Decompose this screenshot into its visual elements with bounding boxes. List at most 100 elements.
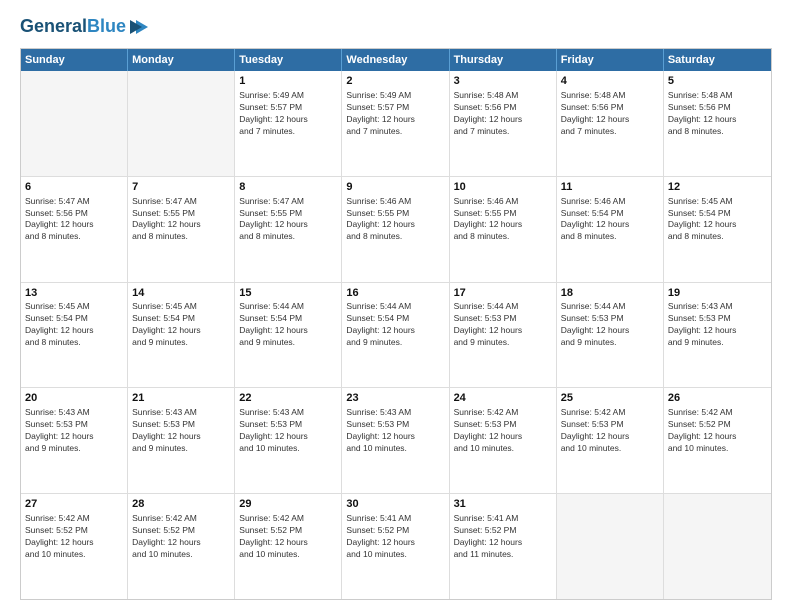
- calendar-cell: 17Sunrise: 5:44 AM Sunset: 5:53 PM Dayli…: [450, 283, 557, 388]
- calendar-cell: 14Sunrise: 5:45 AM Sunset: 5:54 PM Dayli…: [128, 283, 235, 388]
- day-number: 19: [668, 286, 767, 301]
- calendar-cell: 8Sunrise: 5:47 AM Sunset: 5:55 PM Daylig…: [235, 177, 342, 282]
- day-info: Sunrise: 5:44 AM Sunset: 5:54 PM Dayligh…: [346, 301, 444, 349]
- calendar-cell: 1Sunrise: 5:49 AM Sunset: 5:57 PM Daylig…: [235, 71, 342, 176]
- day-number: 2: [346, 74, 444, 89]
- day-number: 16: [346, 286, 444, 301]
- calendar-cell: 22Sunrise: 5:43 AM Sunset: 5:53 PM Dayli…: [235, 388, 342, 493]
- calendar-body: 1Sunrise: 5:49 AM Sunset: 5:57 PM Daylig…: [21, 71, 771, 599]
- day-number: 15: [239, 286, 337, 301]
- calendar-cell: 12Sunrise: 5:45 AM Sunset: 5:54 PM Dayli…: [664, 177, 771, 282]
- calendar-header-cell: Monday: [128, 49, 235, 71]
- day-number: 4: [561, 74, 659, 89]
- calendar-header-cell: Thursday: [450, 49, 557, 71]
- day-info: Sunrise: 5:43 AM Sunset: 5:53 PM Dayligh…: [132, 407, 230, 455]
- calendar: SundayMondayTuesdayWednesdayThursdayFrid…: [20, 48, 772, 600]
- day-info: Sunrise: 5:43 AM Sunset: 5:53 PM Dayligh…: [346, 407, 444, 455]
- day-number: 28: [132, 497, 230, 512]
- day-info: Sunrise: 5:45 AM Sunset: 5:54 PM Dayligh…: [25, 301, 123, 349]
- day-info: Sunrise: 5:47 AM Sunset: 5:56 PM Dayligh…: [25, 196, 123, 244]
- day-info: Sunrise: 5:42 AM Sunset: 5:52 PM Dayligh…: [132, 513, 230, 561]
- day-info: Sunrise: 5:42 AM Sunset: 5:53 PM Dayligh…: [561, 407, 659, 455]
- calendar-cell: 28Sunrise: 5:42 AM Sunset: 5:52 PM Dayli…: [128, 494, 235, 599]
- calendar-cell: 3Sunrise: 5:48 AM Sunset: 5:56 PM Daylig…: [450, 71, 557, 176]
- day-info: Sunrise: 5:46 AM Sunset: 5:55 PM Dayligh…: [454, 196, 552, 244]
- calendar-cell: 26Sunrise: 5:42 AM Sunset: 5:52 PM Dayli…: [664, 388, 771, 493]
- day-info: Sunrise: 5:43 AM Sunset: 5:53 PM Dayligh…: [25, 407, 123, 455]
- calendar-cell: 16Sunrise: 5:44 AM Sunset: 5:54 PM Dayli…: [342, 283, 449, 388]
- calendar-cell: 20Sunrise: 5:43 AM Sunset: 5:53 PM Dayli…: [21, 388, 128, 493]
- day-number: 27: [25, 497, 123, 512]
- day-info: Sunrise: 5:46 AM Sunset: 5:54 PM Dayligh…: [561, 196, 659, 244]
- day-info: Sunrise: 5:48 AM Sunset: 5:56 PM Dayligh…: [668, 90, 767, 138]
- day-number: 31: [454, 497, 552, 512]
- day-info: Sunrise: 5:44 AM Sunset: 5:53 PM Dayligh…: [561, 301, 659, 349]
- day-number: 6: [25, 180, 123, 195]
- day-info: Sunrise: 5:42 AM Sunset: 5:52 PM Dayligh…: [668, 407, 767, 455]
- calendar-cell: 10Sunrise: 5:46 AM Sunset: 5:55 PM Dayli…: [450, 177, 557, 282]
- calendar-cell: 7Sunrise: 5:47 AM Sunset: 5:55 PM Daylig…: [128, 177, 235, 282]
- calendar-row: 13Sunrise: 5:45 AM Sunset: 5:54 PM Dayli…: [21, 283, 771, 389]
- calendar-header-cell: Sunday: [21, 49, 128, 71]
- calendar-cell: 30Sunrise: 5:41 AM Sunset: 5:52 PM Dayli…: [342, 494, 449, 599]
- calendar-cell: 11Sunrise: 5:46 AM Sunset: 5:54 PM Dayli…: [557, 177, 664, 282]
- calendar-cell: [557, 494, 664, 599]
- calendar-cell: 23Sunrise: 5:43 AM Sunset: 5:53 PM Dayli…: [342, 388, 449, 493]
- day-info: Sunrise: 5:43 AM Sunset: 5:53 PM Dayligh…: [668, 301, 767, 349]
- day-info: Sunrise: 5:42 AM Sunset: 5:52 PM Dayligh…: [25, 513, 123, 561]
- calendar-header: SundayMondayTuesdayWednesdayThursdayFrid…: [21, 49, 771, 71]
- day-number: 20: [25, 391, 123, 406]
- calendar-cell: 24Sunrise: 5:42 AM Sunset: 5:53 PM Dayli…: [450, 388, 557, 493]
- logo: GeneralBlue: [20, 16, 150, 38]
- calendar-cell: 13Sunrise: 5:45 AM Sunset: 5:54 PM Dayli…: [21, 283, 128, 388]
- calendar-cell: 21Sunrise: 5:43 AM Sunset: 5:53 PM Dayli…: [128, 388, 235, 493]
- day-number: 3: [454, 74, 552, 89]
- calendar-cell: 31Sunrise: 5:41 AM Sunset: 5:52 PM Dayli…: [450, 494, 557, 599]
- day-number: 12: [668, 180, 767, 195]
- calendar-cell: 2Sunrise: 5:49 AM Sunset: 5:57 PM Daylig…: [342, 71, 449, 176]
- calendar-cell: [664, 494, 771, 599]
- day-info: Sunrise: 5:42 AM Sunset: 5:53 PM Dayligh…: [454, 407, 552, 455]
- day-info: Sunrise: 5:47 AM Sunset: 5:55 PM Dayligh…: [132, 196, 230, 244]
- calendar-header-cell: Friday: [557, 49, 664, 71]
- day-info: Sunrise: 5:41 AM Sunset: 5:52 PM Dayligh…: [454, 513, 552, 561]
- calendar-cell: 29Sunrise: 5:42 AM Sunset: 5:52 PM Dayli…: [235, 494, 342, 599]
- calendar-row: 1Sunrise: 5:49 AM Sunset: 5:57 PM Daylig…: [21, 71, 771, 177]
- calendar-cell: [21, 71, 128, 176]
- day-info: Sunrise: 5:44 AM Sunset: 5:54 PM Dayligh…: [239, 301, 337, 349]
- day-info: Sunrise: 5:43 AM Sunset: 5:53 PM Dayligh…: [239, 407, 337, 455]
- calendar-cell: 19Sunrise: 5:43 AM Sunset: 5:53 PM Dayli…: [664, 283, 771, 388]
- day-info: Sunrise: 5:48 AM Sunset: 5:56 PM Dayligh…: [454, 90, 552, 138]
- day-info: Sunrise: 5:47 AM Sunset: 5:55 PM Dayligh…: [239, 196, 337, 244]
- day-number: 17: [454, 286, 552, 301]
- day-number: 30: [346, 497, 444, 512]
- header: GeneralBlue: [20, 16, 772, 38]
- day-number: 7: [132, 180, 230, 195]
- day-info: Sunrise: 5:42 AM Sunset: 5:52 PM Dayligh…: [239, 513, 337, 561]
- calendar-row: 27Sunrise: 5:42 AM Sunset: 5:52 PM Dayli…: [21, 494, 771, 599]
- day-number: 11: [561, 180, 659, 195]
- calendar-cell: 9Sunrise: 5:46 AM Sunset: 5:55 PM Daylig…: [342, 177, 449, 282]
- calendar-header-cell: Tuesday: [235, 49, 342, 71]
- page: GeneralBlue SundayMondayTuesdayWednesday…: [0, 0, 792, 612]
- day-number: 23: [346, 391, 444, 406]
- calendar-header-cell: Wednesday: [342, 49, 449, 71]
- calendar-cell: 5Sunrise: 5:48 AM Sunset: 5:56 PM Daylig…: [664, 71, 771, 176]
- calendar-row: 6Sunrise: 5:47 AM Sunset: 5:56 PM Daylig…: [21, 177, 771, 283]
- day-number: 1: [239, 74, 337, 89]
- day-info: Sunrise: 5:44 AM Sunset: 5:53 PM Dayligh…: [454, 301, 552, 349]
- day-number: 24: [454, 391, 552, 406]
- day-number: 5: [668, 74, 767, 89]
- calendar-cell: 6Sunrise: 5:47 AM Sunset: 5:56 PM Daylig…: [21, 177, 128, 282]
- calendar-row: 20Sunrise: 5:43 AM Sunset: 5:53 PM Dayli…: [21, 388, 771, 494]
- calendar-cell: 4Sunrise: 5:48 AM Sunset: 5:56 PM Daylig…: [557, 71, 664, 176]
- calendar-header-cell: Saturday: [664, 49, 771, 71]
- day-number: 22: [239, 391, 337, 406]
- day-number: 25: [561, 391, 659, 406]
- day-number: 14: [132, 286, 230, 301]
- day-number: 9: [346, 180, 444, 195]
- calendar-cell: 15Sunrise: 5:44 AM Sunset: 5:54 PM Dayli…: [235, 283, 342, 388]
- day-number: 10: [454, 180, 552, 195]
- logo-text: GeneralBlue: [20, 17, 126, 37]
- calendar-cell: [128, 71, 235, 176]
